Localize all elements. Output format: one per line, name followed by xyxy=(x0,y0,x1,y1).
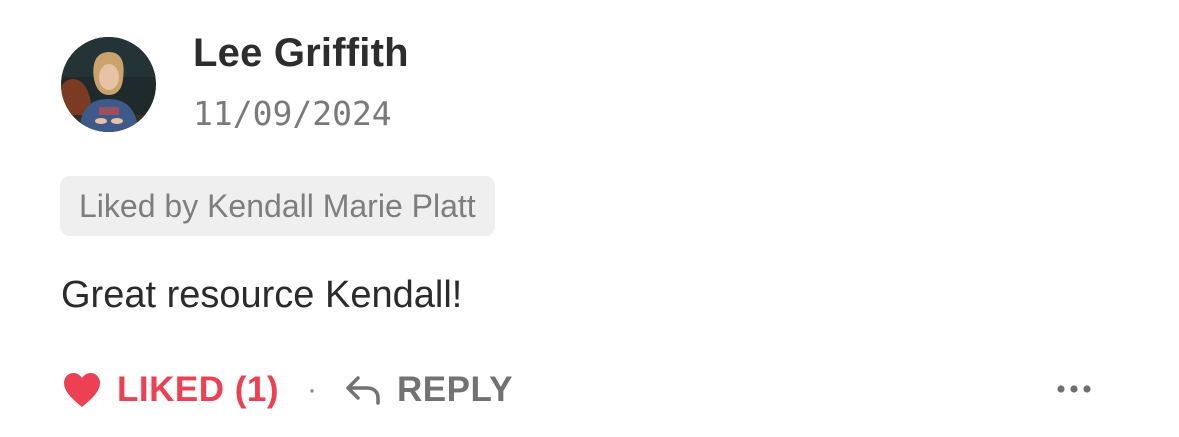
reply-label: REPLY xyxy=(397,370,513,409)
reply-arrow-icon xyxy=(345,374,381,406)
comment-body: Great resource Kendall! xyxy=(61,274,463,316)
more-options-button[interactable] xyxy=(1052,376,1096,402)
comment-actions: LIKED (1) · REPLY xyxy=(62,364,513,416)
more-horizontal-icon xyxy=(1057,385,1091,393)
comment-date: 11/09/2024 xyxy=(193,94,392,133)
author-avatar[interactable] xyxy=(61,37,156,132)
action-separator: · xyxy=(307,373,317,406)
heart-icon xyxy=(62,372,102,408)
like-button[interactable]: LIKED (1) xyxy=(62,370,279,410)
author-name[interactable]: Lee Griffith xyxy=(193,31,409,76)
reply-button[interactable]: REPLY xyxy=(345,370,513,410)
liked-by-badge: Liked by Kendall Marie Platt xyxy=(60,176,495,236)
avatar-photo xyxy=(61,37,156,132)
like-label: LIKED (1) xyxy=(117,370,279,409)
